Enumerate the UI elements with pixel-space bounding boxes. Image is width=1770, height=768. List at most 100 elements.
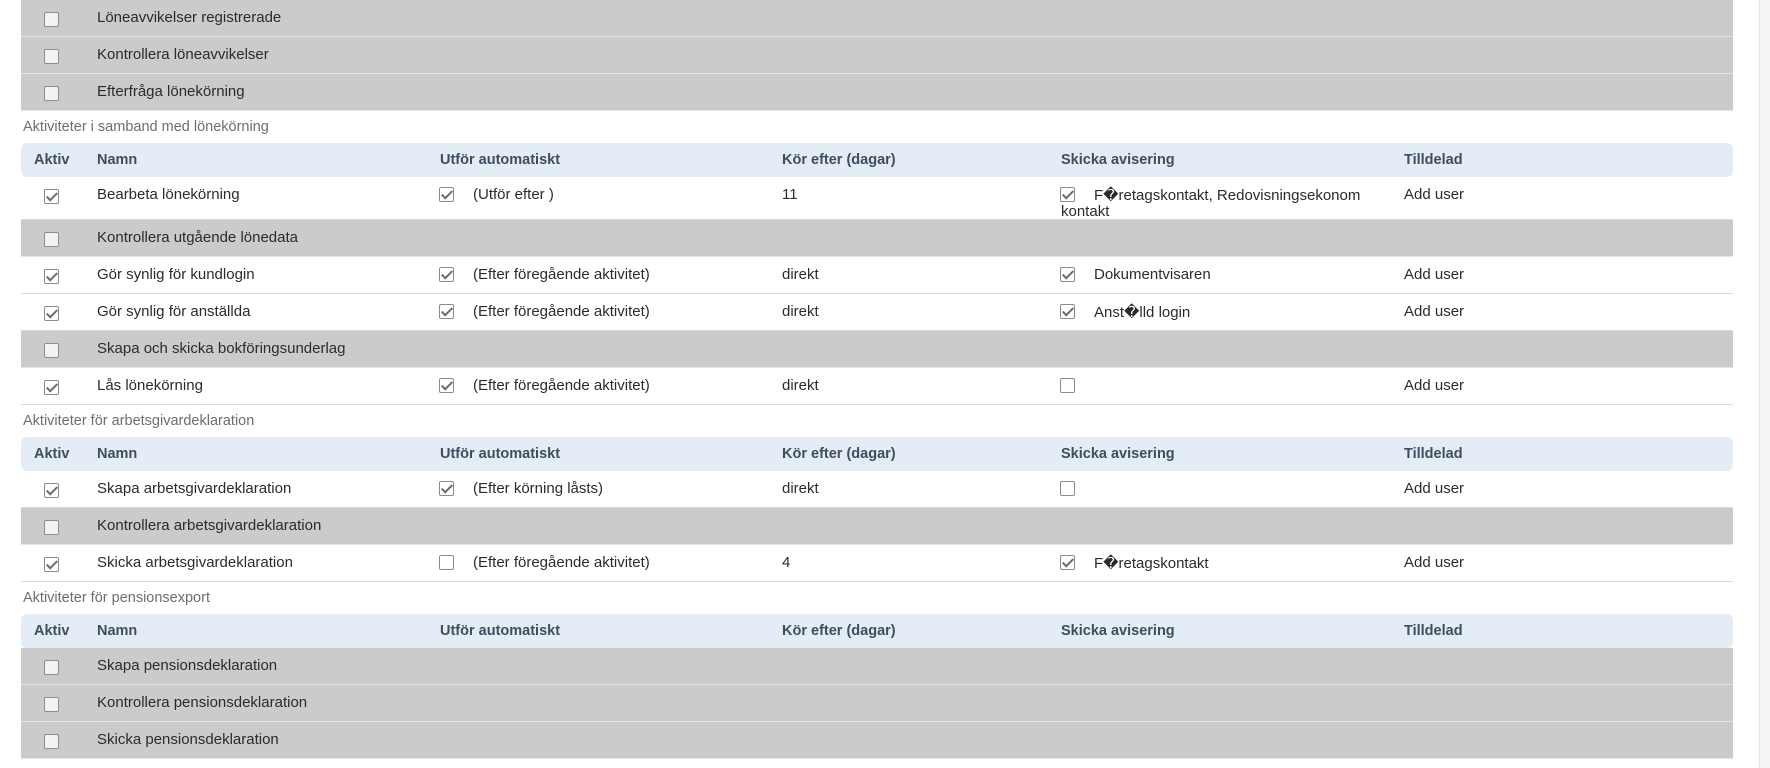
- add-user-link[interactable]: Add user: [1404, 377, 1464, 394]
- column-header-tilldelad: Tilldelad: [1404, 446, 1463, 462]
- activity-name: Skicka pensionsdeklaration: [97, 731, 279, 748]
- activity-row: Skicka arbetsgivardeklaration (Efter för…: [21, 545, 1733, 582]
- auto-checkbox[interactable]: [439, 378, 454, 393]
- column-header-aktiv: Aktiv: [34, 152, 70, 168]
- auto-text: (Utför efter ): [473, 186, 554, 203]
- days-value: direkt: [782, 377, 819, 394]
- add-user-link[interactable]: Add user: [1404, 303, 1464, 320]
- activity-name: Skapa arbetsgivardeklaration: [97, 480, 292, 497]
- aktiv-checkbox[interactable]: [44, 380, 59, 395]
- aktiv-checkbox[interactable]: [44, 734, 59, 749]
- activity-name: Lås lönekörning: [97, 377, 203, 394]
- activity-row: Skapa pensionsdeklaration: [21, 648, 1733, 685]
- notify-checkbox[interactable]: [1060, 304, 1075, 319]
- activity-row: Bearbeta lönekörning (Utför efter ) 11 F…: [21, 177, 1733, 220]
- activity-name: Löneavvikelser registrerade: [97, 9, 282, 26]
- column-header-kor: Kör efter (dagar): [782, 446, 896, 462]
- table-header: Aktiv Namn Utför automatiskt Kör efter (…: [21, 437, 1733, 471]
- activity-row: Kontrollera pensionsdeklaration: [21, 685, 1733, 722]
- notify-checkbox[interactable]: [1060, 555, 1075, 570]
- notify-checkbox[interactable]: [1060, 378, 1075, 393]
- notify-recipients: F�retagskontakt, Redovisningsekonom: [1094, 187, 1361, 204]
- activity-name: Efterfråga lönekörning: [97, 83, 245, 100]
- activity-row: Gör synlig för anställda (Efter föregåen…: [21, 294, 1733, 331]
- activity-name: Gör synlig för anställda: [97, 303, 251, 320]
- activity-row: Efterfråga lönekörning: [21, 74, 1733, 111]
- column-header-skicka: Skicka avisering: [1061, 446, 1175, 462]
- add-user-link[interactable]: Add user: [1404, 554, 1464, 571]
- auto-checkbox[interactable]: [439, 267, 454, 282]
- activity-row: Kontrollera arbetsgivardeklaration: [21, 508, 1733, 545]
- table-header: Aktiv Namn Utför automatiskt Kör efter (…: [21, 143, 1733, 177]
- aktiv-checkbox[interactable]: [44, 306, 59, 321]
- activity-row: Lås lönekörning (Efter föregående aktivi…: [21, 368, 1733, 405]
- activity-row: Skapa och skicka bokföringsunderlag: [21, 331, 1733, 368]
- auto-text: (Efter föregående aktivitet): [473, 377, 650, 394]
- column-header-kor: Kör efter (dagar): [782, 623, 896, 639]
- table-header: Aktiv Namn Utför automatiskt Kör efter (…: [21, 614, 1733, 648]
- column-header-utfor: Utför automatiskt: [440, 446, 561, 462]
- notify-recipients: F�retagskontakt: [1094, 555, 1209, 572]
- column-header-skicka: Skicka avisering: [1061, 152, 1175, 168]
- activity-row: Skicka pensionsdeklaration: [21, 722, 1733, 759]
- add-user-link[interactable]: Add user: [1404, 186, 1464, 203]
- days-value: direkt: [782, 303, 819, 320]
- section-title: Aktiviteter för pensionsexport: [23, 590, 210, 606]
- aktiv-checkbox[interactable]: [44, 49, 59, 64]
- auto-checkbox[interactable]: [439, 555, 454, 570]
- aktiv-checkbox[interactable]: [44, 232, 59, 247]
- vertical-scrollbar[interactable]: [1759, 0, 1770, 768]
- activity-name: Skapa och skicka bokföringsunderlag: [97, 340, 346, 357]
- notify-checkbox[interactable]: [1060, 481, 1075, 496]
- auto-text: (Efter körning låsts): [473, 480, 604, 497]
- activity-row: Kontrollera löneavvikelser: [21, 37, 1733, 74]
- activity-page: Löneavvikelser registrerade Kontrollera …: [21, 0, 1733, 759]
- aktiv-checkbox[interactable]: [44, 269, 59, 284]
- section-title: Aktiviteter i samband med lönekörning: [23, 119, 269, 135]
- column-header-tilldelad: Tilldelad: [1404, 152, 1463, 168]
- auto-text: (Efter föregående aktivitet): [473, 303, 650, 320]
- activity-row: Skapa arbetsgivardeklaration (Efter körn…: [21, 471, 1733, 508]
- column-header-utfor: Utför automatiskt: [440, 623, 561, 639]
- column-header-utfor: Utför automatiskt: [440, 152, 561, 168]
- add-user-link[interactable]: Add user: [1404, 266, 1464, 283]
- column-header-namn: Namn: [97, 623, 138, 639]
- auto-text: (Efter föregående aktivitet): [473, 554, 650, 571]
- column-header-aktiv: Aktiv: [34, 446, 70, 462]
- auto-checkbox[interactable]: [439, 304, 454, 319]
- days-value: 11: [782, 186, 798, 203]
- column-header-namn: Namn: [97, 446, 138, 462]
- aktiv-checkbox[interactable]: [44, 520, 59, 535]
- activity-name: Gör synlig för kundlogin: [97, 266, 255, 283]
- aktiv-checkbox[interactable]: [44, 189, 59, 204]
- aktiv-checkbox[interactable]: [44, 12, 59, 27]
- auto-checkbox[interactable]: [439, 187, 454, 202]
- notify-checkbox[interactable]: [1060, 267, 1075, 282]
- column-header-aktiv: Aktiv: [34, 623, 70, 639]
- activity-name: Skapa pensionsdeklaration: [97, 657, 278, 674]
- section-title: Aktiviteter för arbetsgivardeklaration: [23, 413, 255, 429]
- column-header-kor: Kör efter (dagar): [782, 152, 896, 168]
- notify-recipients-wrap: kontakt: [1061, 203, 1110, 220]
- aktiv-checkbox[interactable]: [44, 86, 59, 101]
- activity-name: Kontrollera löneavvikelser: [97, 46, 269, 63]
- aktiv-checkbox[interactable]: [44, 660, 59, 675]
- aktiv-checkbox[interactable]: [44, 697, 59, 712]
- aktiv-checkbox[interactable]: [44, 343, 59, 358]
- add-user-link[interactable]: Add user: [1404, 480, 1464, 497]
- aktiv-checkbox[interactable]: [44, 557, 59, 572]
- notify-recipients: Anst�lld login: [1094, 304, 1191, 321]
- activity-name: Kontrollera arbetsgivardeklaration: [97, 517, 322, 534]
- activity-row: Kontrollera utgående lönedata: [21, 220, 1733, 257]
- auto-text: (Efter föregående aktivitet): [473, 266, 650, 283]
- days-value: 4: [782, 554, 791, 571]
- auto-checkbox[interactable]: [439, 481, 454, 496]
- notify-checkbox[interactable]: [1060, 187, 1075, 202]
- activity-row: Löneavvikelser registrerade: [21, 0, 1733, 37]
- activity-name: Kontrollera pensionsdeklaration: [97, 694, 308, 711]
- notify-recipients: Dokumentvisaren: [1094, 266, 1211, 283]
- aktiv-checkbox[interactable]: [44, 483, 59, 498]
- column-header-skicka: Skicka avisering: [1061, 623, 1175, 639]
- days-value: direkt: [782, 266, 819, 283]
- activity-name: Bearbeta lönekörning: [97, 186, 240, 203]
